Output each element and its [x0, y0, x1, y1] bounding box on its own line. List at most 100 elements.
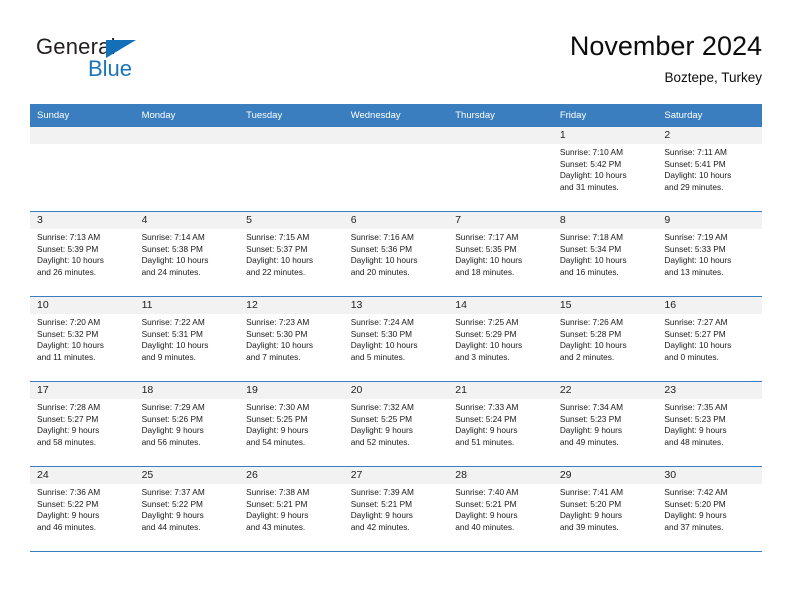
day-box — [30, 127, 135, 211]
sunset-text: Sunset: 5:33 PM — [664, 243, 726, 254]
calendar-day-cell[interactable]: 26 Sunrise: 7:38 AM Sunset: 5:21 PM Dayligh… — [239, 466, 344, 552]
daylight-text-line2: and 31 minutes. — [559, 181, 619, 192]
daylight-text-line2: and 2 minutes. — [559, 351, 615, 362]
calendar-day-cell[interactable]: 8 Sunrise: 7:18 AM Sunset: 5:34 PM Daylight… — [552, 211, 658, 297]
daylight-text-line1: Daylight: 10 hours — [559, 170, 627, 181]
day-details: Sunrise: 7:16 AM Sunset: 5:36 PM Daylight:… — [344, 229, 449, 278]
calendar-day-cell[interactable]: 3 Sunrise: 7:13 AM Sunset: 5:39 PM Daylight… — [30, 211, 135, 297]
day-box: 27 Sunrise: 7:39 AM Sunset: 5:21 PM Dayligh… — [343, 467, 449, 551]
calendar-day-cell-empty — [239, 126, 344, 212]
day-details: Sunrise: 7:36 AM Sunset: 5:22 PM Daylight:… — [30, 484, 135, 533]
daylight-text-line1: Daylight: 9 hours — [350, 510, 413, 521]
day-details: Sunrise: 7:26 AM Sunset: 5:28 PM Daylight:… — [553, 314, 658, 363]
calendar-day-cell[interactable]: 12 Sunrise: 7:23 AM Sunset: 5:30 PM Dayligh… — [239, 296, 344, 382]
calendar-day-cell[interactable]: 13 Sunrise: 7:24 AM Sunset: 5:30 PM Dayligh… — [343, 296, 449, 382]
daylight-text-line1: Daylight: 9 hours — [559, 425, 623, 436]
day-box — [343, 127, 449, 211]
sunrise-text: Sunrise: 7:17 AM — [455, 232, 519, 242]
calendar-day-cell[interactable]: 2 Sunrise: 7:11 AM Sunset: 5:41 PM Daylight… — [657, 126, 762, 212]
calendar-day-cell[interactable]: 21 Sunrise: 7:33 AM Sunset: 5:24 PM Dayligh… — [448, 381, 553, 467]
daylight-text-line1: Daylight: 9 hours — [246, 510, 309, 521]
day-details: Sunrise: 7:41 AM Sunset: 5:20 PM Daylight:… — [553, 484, 658, 533]
day-details: Sunrise: 7:37 AM Sunset: 5:22 PM Daylight:… — [135, 484, 240, 533]
day-box: 15 Sunrise: 7:26 AM Sunset: 5:28 PM Dayligh… — [552, 297, 658, 381]
calendar-day-cell[interactable]: 10 Sunrise: 7:20 AM Sunset: 5:32 PM Dayligh… — [30, 296, 135, 382]
daylight-text-line2: and 11 minutes. — [37, 351, 96, 362]
day-details: Sunrise: 7:13 AM Sunset: 5:39 PM Daylight:… — [30, 229, 135, 278]
daylight-text-line2: and 39 minutes. — [559, 521, 619, 532]
calendar-page: General Blue November 2024 Boztepe, Turk… — [0, 0, 792, 612]
calendar-day-cell[interactable]: 30 Sunrise: 7:42 AM Sunset: 5:20 PM Dayligh… — [657, 466, 762, 552]
daylight-text-line1: Daylight: 9 hours — [664, 510, 727, 521]
daylight-text-line1: Daylight: 10 hours — [141, 340, 209, 351]
day-number: 28 — [448, 467, 553, 484]
day-box: 8 Sunrise: 7:18 AM Sunset: 5:34 PM Daylight… — [552, 212, 658, 296]
weekday-header-thursday: Thursday — [448, 104, 553, 127]
sunset-text: Sunset: 5:30 PM — [246, 328, 308, 339]
daylight-text-line2: and 26 minutes. — [37, 266, 97, 277]
calendar-day-cell[interactable]: 20 Sunrise: 7:32 AM Sunset: 5:25 PM Dayligh… — [343, 381, 449, 467]
day-details: Sunrise: 7:29 AM Sunset: 5:26 PM Daylight:… — [135, 399, 240, 448]
calendar-day-cell[interactable]: 9 Sunrise: 7:19 AM Sunset: 5:33 PM Daylight… — [657, 211, 762, 297]
calendar-day-cell[interactable]: 29 Sunrise: 7:41 AM Sunset: 5:20 PM Dayligh… — [552, 466, 658, 552]
sunrise-text: Sunrise: 7:11 AM — [664, 147, 727, 157]
day-box: 10 Sunrise: 7:20 AM Sunset: 5:32 PM Dayligh… — [30, 297, 135, 381]
day-details: Sunrise: 7:18 AM Sunset: 5:34 PM Daylight:… — [553, 229, 658, 278]
calendar-day-cell[interactable]: 22 Sunrise: 7:34 AM Sunset: 5:23 PM Dayligh… — [552, 381, 658, 467]
daylight-text-line2: and 46 minutes. — [37, 521, 97, 532]
calendar-day-cell[interactable]: 7 Sunrise: 7:17 AM Sunset: 5:35 PM Daylight… — [448, 211, 553, 297]
day-box: 3 Sunrise: 7:13 AM Sunset: 5:39 PM Daylight… — [30, 212, 135, 296]
day-box: 13 Sunrise: 7:24 AM Sunset: 5:30 PM Dayligh… — [343, 297, 449, 381]
day-details: Sunrise: 7:23 AM Sunset: 5:30 PM Daylight:… — [239, 314, 344, 363]
calendar-day-cell[interactable]: 6 Sunrise: 7:16 AM Sunset: 5:36 PM Daylight… — [343, 211, 449, 297]
daylight-text-line1: Daylight: 10 hours — [350, 340, 418, 351]
calendar-day-cell[interactable]: 11 Sunrise: 7:22 AM Sunset: 5:31 PM Dayligh… — [134, 296, 240, 382]
sunrise-text: Sunrise: 7:19 AM — [664, 232, 728, 242]
day-details: Sunrise: 7:17 AM Sunset: 5:35 PM Daylight:… — [448, 229, 553, 278]
sunrise-text: Sunrise: 7:20 AM — [37, 317, 101, 327]
day-number — [239, 127, 344, 144]
calendar-day-cell[interactable]: 25 Sunrise: 7:37 AM Sunset: 5:22 PM Dayligh… — [134, 466, 240, 552]
calendar-day-cell[interactable]: 1 Sunrise: 7:10 AM Sunset: 5:42 PM Daylight… — [552, 126, 658, 212]
daylight-text-line1: Daylight: 9 hours — [37, 425, 100, 436]
sunset-text: Sunset: 5:30 PM — [350, 328, 413, 339]
daylight-text-line1: Daylight: 10 hours — [664, 255, 732, 266]
calendar-day-cell[interactable]: 18 Sunrise: 7:29 AM Sunset: 5:26 PM Dayligh… — [134, 381, 240, 467]
sunset-text: Sunset: 5:20 PM — [664, 498, 726, 509]
calendar-day-cell[interactable]: 27 Sunrise: 7:39 AM Sunset: 5:21 PM Dayligh… — [343, 466, 449, 552]
daylight-text-line1: Daylight: 9 hours — [141, 425, 204, 436]
daylight-text-line1: Daylight: 10 hours — [37, 340, 104, 351]
calendar-day-cell[interactable]: 28 Sunrise: 7:40 AM Sunset: 5:21 PM Dayligh… — [448, 466, 553, 552]
day-box — [448, 127, 553, 211]
day-number: 11 — [134, 297, 240, 314]
calendar-day-cell[interactable]: 15 Sunrise: 7:26 AM Sunset: 5:28 PM Dayligh… — [552, 296, 658, 382]
day-number: 24 — [30, 467, 135, 484]
calendar-day-cell[interactable]: 4 Sunrise: 7:14 AM Sunset: 5:38 PM Daylight… — [134, 211, 240, 297]
calendar-day-cell[interactable]: 14 Sunrise: 7:25 AM Sunset: 5:29 PM Dayligh… — [448, 296, 553, 382]
day-number: 5 — [239, 212, 344, 229]
day-number: 22 — [552, 382, 658, 399]
sunset-text: Sunset: 5:38 PM — [141, 243, 203, 254]
calendar-day-cell[interactable]: 17 Sunrise: 7:28 AM Sunset: 5:27 PM Dayligh… — [30, 381, 135, 467]
sunrise-text: Sunrise: 7:22 AM — [141, 317, 205, 327]
sunset-text: Sunset: 5:41 PM — [664, 158, 726, 169]
sunrise-text: Sunrise: 7:16 AM — [350, 232, 414, 242]
calendar-day-cell[interactable]: 23 Sunrise: 7:35 AM Sunset: 5:23 PM Dayligh… — [657, 381, 762, 467]
daylight-text-line2: and 58 minutes. — [37, 436, 97, 447]
day-box: 23 Sunrise: 7:35 AM Sunset: 5:23 PM Dayligh… — [657, 382, 762, 466]
weekday-header-wednesday: Wednesday — [343, 104, 449, 127]
daylight-text-line1: Daylight: 10 hours — [664, 170, 732, 181]
sunrise-text: Sunrise: 7:25 AM — [455, 317, 519, 327]
calendar-day-cell[interactable]: 24 Sunrise: 7:36 AM Sunset: 5:22 PM Dayligh… — [30, 466, 135, 552]
general-blue-logo[interactable]: General Blue — [30, 34, 170, 88]
day-box: 29 Sunrise: 7:41 AM Sunset: 5:20 PM Dayligh… — [552, 467, 658, 551]
calendar-day-cell[interactable]: 19 Sunrise: 7:30 AM Sunset: 5:25 PM Dayligh… — [239, 381, 344, 467]
calendar-day-cell[interactable]: 16 Sunrise: 7:27 AM Sunset: 5:27 PM Dayligh… — [657, 296, 762, 382]
daylight-text-line1: Daylight: 10 hours — [455, 255, 523, 266]
sunrise-text: Sunrise: 7:27 AM — [664, 317, 728, 327]
title-block: November 2024 Boztepe, Turkey — [570, 30, 762, 88]
sunrise-text: Sunrise: 7:10 AM — [559, 147, 623, 157]
day-details: Sunrise: 7:14 AM Sunset: 5:38 PM Daylight:… — [135, 229, 240, 278]
daylight-text-line2: and 3 minutes. — [455, 351, 510, 362]
calendar-day-cell[interactable]: 5 Sunrise: 7:15 AM Sunset: 5:37 PM Daylight… — [239, 211, 344, 297]
